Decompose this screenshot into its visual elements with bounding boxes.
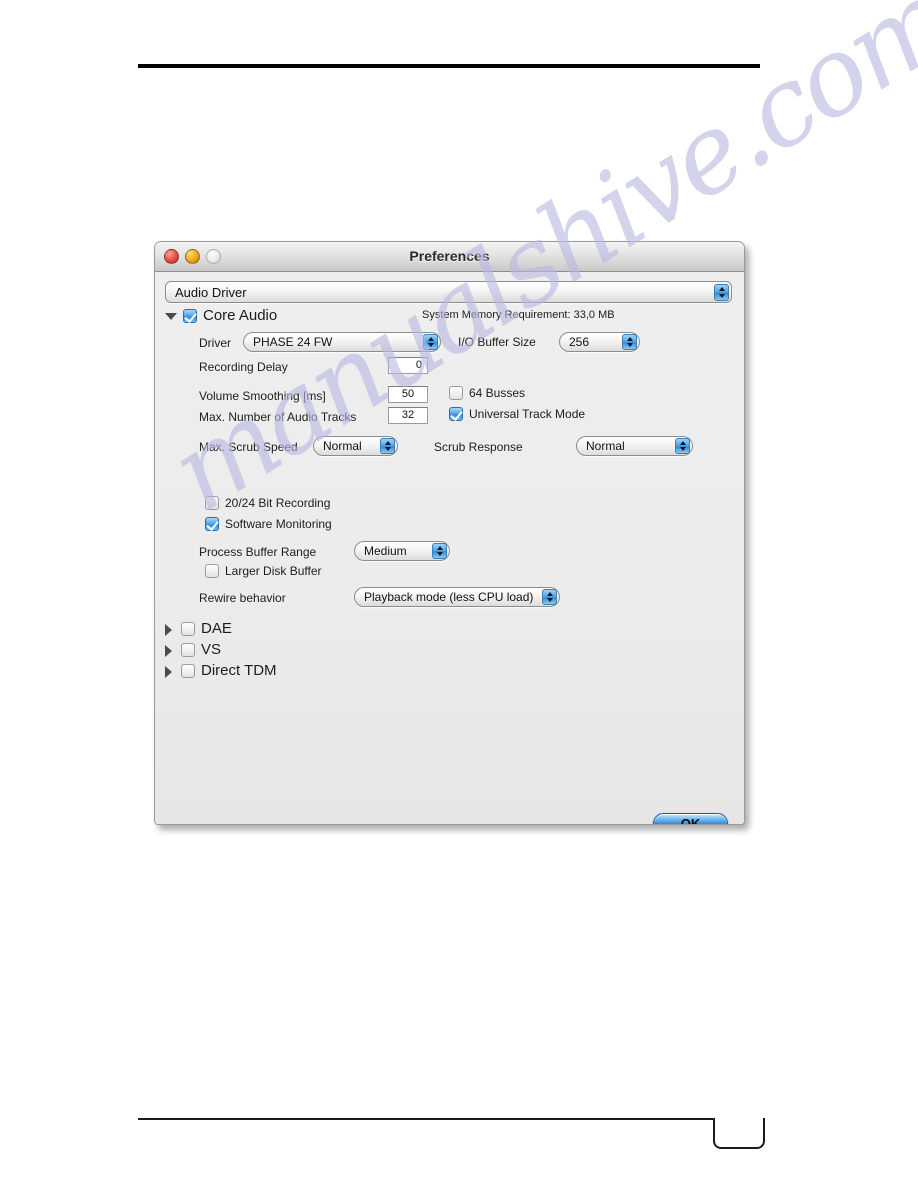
driver-popup[interactable]: PHASE 24 FW [243, 332, 441, 352]
chevron-updown-icon [714, 284, 729, 301]
checkbox-bit-recording[interactable]: 20/24 Bit Recording [205, 496, 330, 510]
disclosure-triangle-dae[interactable] [165, 624, 172, 636]
disclosure-triangle-core-audio[interactable] [165, 313, 177, 320]
page-header-rule [138, 64, 760, 68]
checkbox-icon [449, 407, 463, 421]
max-scrub-speed-label: Max. Scrub Speed [199, 440, 298, 454]
rewire-behavior-popup[interactable]: Playback mode (less CPU load) [354, 587, 560, 607]
checkbox-icon [205, 496, 219, 510]
window-content: Audio Driver Core Audio System Memory Re… [155, 272, 744, 824]
checkbox-software-monitoring[interactable]: Software Monitoring [205, 517, 332, 531]
checkbox-icon [205, 517, 219, 531]
chevron-updown-icon [423, 334, 438, 350]
checkbox-64-busses[interactable]: 64 Busses [449, 386, 525, 400]
driver-label: Driver [199, 336, 231, 350]
preferences-window: Preferences Audio Driver Core Audio Syst… [154, 241, 745, 825]
section-label-direct-tdm: Direct TDM [201, 662, 277, 679]
chevron-updown-icon [432, 543, 447, 559]
max-audio-tracks-field[interactable]: 32 [388, 407, 428, 424]
checkbox-software-monitoring-label: Software Monitoring [225, 517, 332, 531]
window-title: Preferences [409, 248, 490, 264]
section-checkbox-dae[interactable]: DAE [181, 620, 232, 637]
recording-delay-field[interactable]: 0 [388, 357, 428, 374]
rewire-behavior-value: Playback mode (less CPU load) [364, 590, 534, 604]
volume-smoothing-field[interactable]: 50 [388, 386, 428, 403]
checkbox-icon [181, 663, 195, 678]
page-number-box [713, 1118, 765, 1149]
section-checkbox-vs[interactable]: VS [181, 641, 221, 658]
chevron-updown-icon [675, 438, 690, 454]
category-popup[interactable]: Audio Driver [165, 281, 732, 303]
section-label-dae: DAE [201, 620, 232, 637]
checkbox-64-busses-label: 64 Busses [469, 386, 526, 400]
section-label-vs: VS [201, 641, 222, 658]
io-buffer-size-label: I/O Buffer Size [458, 335, 536, 349]
section-label-core-audio: Core Audio [203, 307, 278, 324]
checkbox-icon [181, 642, 195, 657]
checkbox-icon [181, 621, 195, 636]
checkbox-universal-track-mode[interactable]: Universal Track Mode [449, 407, 585, 421]
chevron-updown-icon [380, 438, 395, 454]
checkbox-larger-disk-buffer-label: Larger Disk Buffer [225, 564, 322, 578]
process-buffer-range-label: Process Buffer Range [199, 545, 317, 559]
disclosure-triangle-direct-tdm[interactable] [165, 666, 172, 678]
rewire-behavior-label: Rewire behavior [199, 591, 286, 605]
max-audio-tracks-label: Max. Number of Audio Tracks [199, 410, 357, 424]
io-buffer-size-value: 256 [569, 335, 590, 349]
window-titlebar: Preferences [155, 242, 744, 272]
checkbox-icon [183, 308, 197, 323]
checkbox-bit-recording-label: 20/24 Bit Recording [225, 496, 331, 510]
scrub-response-value: Normal [586, 439, 625, 453]
scrub-response-label: Scrub Response [434, 440, 523, 454]
page-footer-rule [138, 1118, 760, 1120]
chevron-updown-icon [542, 589, 557, 605]
ok-button[interactable]: OK [653, 813, 728, 824]
recording-delay-label: Recording Delay [199, 360, 288, 374]
checkbox-larger-disk-buffer[interactable]: Larger Disk Buffer [205, 564, 322, 578]
driver-popup-value: PHASE 24 FW [253, 335, 333, 349]
volume-smoothing-label: Volume Smoothing [ms] [199, 389, 326, 403]
checkbox-universal-track-mode-label: Universal Track Mode [469, 407, 586, 421]
disclosure-triangle-vs[interactable] [165, 645, 172, 657]
category-popup-value: Audio Driver [175, 285, 247, 300]
io-buffer-size-popup[interactable]: 256 [559, 332, 640, 352]
checkbox-icon [449, 386, 463, 400]
process-buffer-range-value: Medium [364, 544, 407, 558]
max-scrub-speed-popup[interactable]: Normal [313, 436, 398, 456]
section-checkbox-direct-tdm[interactable]: Direct TDM [181, 662, 277, 679]
max-scrub-speed-value: Normal [323, 439, 362, 453]
scrub-response-popup[interactable]: Normal [576, 436, 693, 456]
section-checkbox-core-audio[interactable]: Core Audio [183, 307, 277, 324]
process-buffer-range-popup[interactable]: Medium [354, 541, 450, 561]
checkbox-icon [205, 564, 219, 578]
system-memory-requirement: System Memory Requirement: 33,0 MB [422, 309, 615, 321]
chevron-updown-icon [622, 334, 637, 350]
